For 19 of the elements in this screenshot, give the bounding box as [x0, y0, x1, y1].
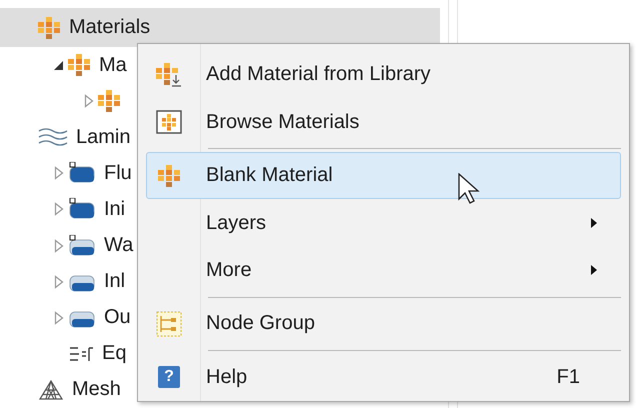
shortcut-label: F1	[556, 366, 580, 389]
tree-item-label: Ma	[99, 54, 127, 77]
help-icon: ?	[158, 366, 180, 388]
tree-item-label: Ini	[104, 198, 126, 221]
menu-item-label: Layers	[206, 212, 268, 234]
tree-item-label: Ou	[104, 306, 131, 330]
menu-item-label: Node Group	[206, 312, 316, 336]
menu-item-label: Browse Materials	[206, 110, 360, 134]
menu-item-label: More	[206, 258, 253, 282]
tree-item-label: Flu	[104, 162, 132, 185]
tree-item-label: Inl	[104, 270, 126, 294]
tree-item-label: Materials	[69, 16, 150, 40]
tree-item-label: Mesh	[72, 378, 121, 402]
tree-item-label: Eq	[102, 342, 126, 366]
menu-item-label: Add Material from Library	[206, 63, 432, 86]
tree-item-label: Wa	[104, 234, 134, 258]
tree-item-label: Lamin	[76, 126, 130, 149]
menu-item-label: Help	[206, 366, 248, 389]
menu-item-label: Blank Material	[206, 164, 334, 188]
